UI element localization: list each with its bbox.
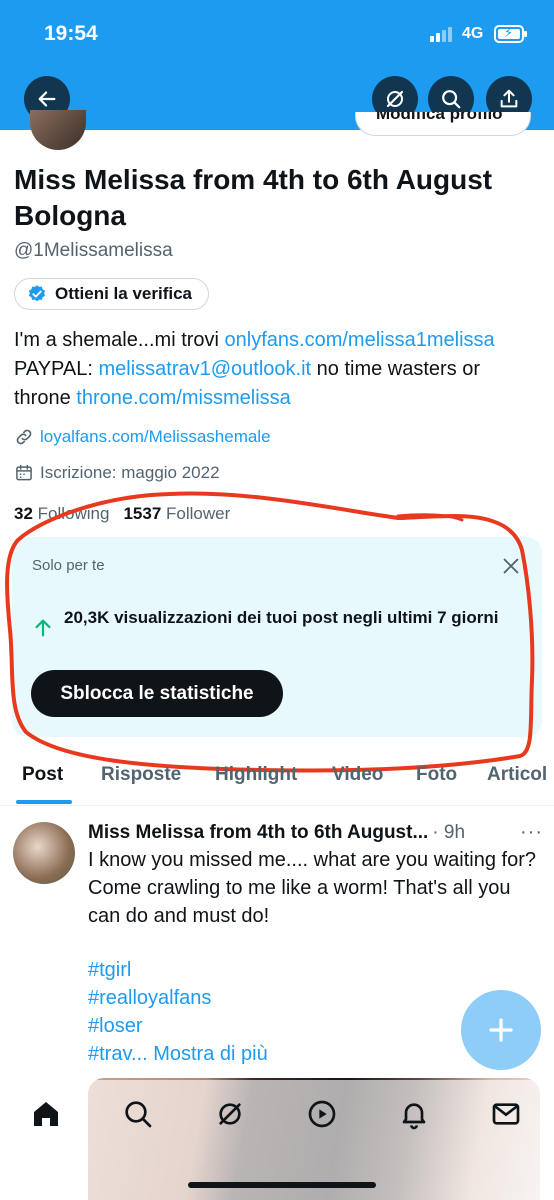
following-label: Following (37, 504, 110, 523)
post-more-button[interactable]: ··· (520, 821, 543, 844)
nav-home-button[interactable] (30, 1098, 62, 1135)
profile-joined-row: Iscrizione: maggio 2022 (14, 463, 220, 483)
hashtag-link[interactable]: #realloyalfans (88, 984, 268, 1012)
post-header: Miss Melissa from 4th to 6th August... ·… (88, 821, 542, 845)
insight-card-title: Solo per te (32, 557, 105, 574)
tab-post[interactable]: Post (22, 764, 63, 786)
home-indicator (188, 1182, 376, 1188)
compose-post-button[interactable] (461, 990, 541, 1070)
nav-video-button[interactable] (306, 1098, 338, 1135)
play-circle-icon (308, 1100, 336, 1128)
followers-stat[interactable]: 1537 Follower (123, 504, 230, 524)
show-more-link[interactable]: Mostra di più (153, 1043, 268, 1065)
profile-website-link[interactable]: loyalfans.com/Melissashemale (40, 427, 271, 447)
verified-badge-icon (28, 285, 46, 302)
share-icon (500, 89, 518, 108)
post-hashtags: #tgirl #realloyalfans #loser #trav... Mo… (88, 956, 268, 1068)
grok-icon (219, 1103, 241, 1125)
post-author[interactable]: Miss Melissa from 4th to 6th August... (88, 822, 428, 844)
nav-messages-button[interactable] (490, 1098, 522, 1135)
calendar-icon (16, 464, 32, 481)
home-icon (34, 1102, 58, 1126)
followers-label: Follower (166, 504, 231, 523)
status-bar: 19:54 4G ⚡ (0, 0, 554, 70)
status-time: 19:54 (44, 22, 98, 45)
following-stat[interactable]: 32 Following (14, 504, 109, 524)
get-verified-button[interactable]: Ottieni la verifica (14, 278, 209, 310)
profile-name: Miss Melissa from 4th to 6th August Bolo… (14, 164, 493, 231)
bell-icon (402, 1103, 426, 1130)
search-icon (125, 1101, 152, 1128)
insight-stat-text: 20,3K visualizzazioni dei tuoi post negl… (64, 608, 499, 627)
network-label: 4G (462, 25, 484, 42)
grok-icon (386, 90, 404, 108)
insight-stat: 20,3K visualizzazioni dei tuoi post negl… (32, 607, 502, 639)
signal-icon (430, 27, 452, 42)
tab-foto[interactable]: Foto (416, 764, 457, 786)
post-avatar[interactable] (13, 822, 75, 884)
profile-website-row: loyalfans.com/Melissashemale (14, 427, 271, 447)
edit-profile-button[interactable]: Modifica profilo (355, 112, 531, 136)
bio-text: I'm a shemale...mi trovi (14, 329, 225, 351)
link-icon (16, 429, 32, 445)
close-card-button[interactable] (500, 555, 522, 582)
nav-search-button[interactable] (122, 1098, 154, 1135)
post-text: I know you missed me.... what are you wa… (88, 849, 536, 927)
bio-text: PAYPAL: (14, 358, 99, 380)
bio-link-throne[interactable]: throne.com/missmelissa (76, 387, 291, 409)
nav-grok-button[interactable] (214, 1098, 246, 1135)
arrow-left-icon (38, 91, 56, 107)
active-tab-indicator (16, 800, 72, 804)
hashtag-link[interactable]: #trav... (88, 1043, 148, 1065)
plus-icon (489, 1018, 513, 1042)
tab-risposte[interactable]: Risposte (101, 764, 181, 786)
close-icon (503, 558, 519, 574)
unlock-stats-button[interactable]: Sblocca le statistiche (31, 670, 283, 717)
mail-icon (492, 1103, 520, 1125)
hashtag-link[interactable]: #loser (88, 1012, 268, 1040)
following-count: 32 (14, 504, 33, 523)
insight-card: Solo per te 20,3K visualizzazioni dei tu… (12, 537, 542, 737)
hashtag-link[interactable]: #tgirl (88, 956, 268, 984)
get-verified-label: Ottieni la verifica (55, 284, 192, 303)
profile-bio: I'm a shemale...mi trovi onlyfans.com/me… (14, 326, 540, 413)
edit-profile-label: Modifica profilo (376, 112, 503, 123)
tab-articoli[interactable]: Articol (487, 764, 547, 786)
tab-video[interactable]: Video (332, 764, 383, 786)
profile-joined-date: Iscrizione: maggio 2022 (40, 463, 220, 482)
profile-handle: @1Melissamelissa (14, 240, 173, 261)
bio-link-onlyfans[interactable]: onlyfans.com/melissa1melissa (225, 329, 495, 351)
tab-highlight[interactable]: Highlight (215, 764, 297, 786)
search-icon (442, 90, 461, 109)
bio-link-email[interactable]: melissatrav1@outlook.it (98, 358, 311, 380)
followers-count: 1537 (123, 504, 162, 523)
battery-icon: ⚡ (494, 25, 527, 43)
profile-tabs: Post Risposte Highlight Video Foto Artic… (0, 752, 554, 806)
arrow-up-icon (35, 619, 51, 637)
post-time: · 9h (432, 822, 466, 843)
follow-stats: 32 Following 1537 Follower (14, 504, 230, 524)
nav-notifications-button[interactable] (398, 1098, 430, 1135)
profile-avatar[interactable] (30, 110, 86, 150)
